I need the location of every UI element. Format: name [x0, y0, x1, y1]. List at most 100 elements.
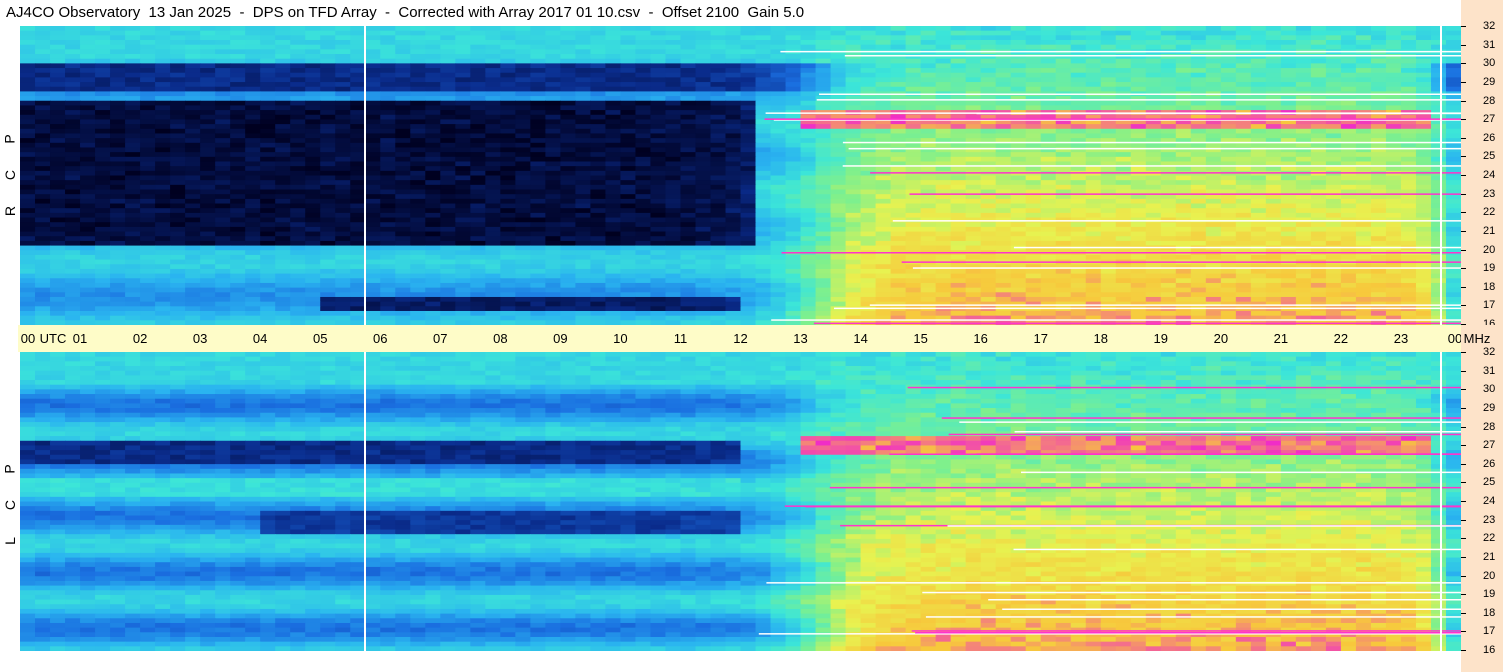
rcp-cell — [335, 254, 351, 261]
rcp-cell — [245, 212, 261, 219]
rcp-cell — [950, 240, 967, 247]
rcp-cell — [1025, 236, 1042, 242]
rcp-cell — [740, 161, 757, 167]
rcp-cell — [155, 198, 171, 205]
rcp-cell — [1205, 254, 1222, 261]
rcp-cell — [1280, 226, 1297, 233]
rcp-cell — [755, 72, 772, 78]
rcp-cell — [965, 133, 982, 139]
rcp-cell — [890, 166, 907, 172]
rcp-cell — [980, 100, 997, 107]
rcp-cell — [560, 156, 576, 163]
rcp-cell — [1325, 222, 1342, 228]
rcp-cell — [1205, 156, 1222, 163]
rcp-cell — [95, 250, 111, 256]
rcp-cell — [545, 254, 561, 261]
rcp-cell — [320, 264, 336, 270]
rcp-cell — [1040, 142, 1057, 149]
rcp-cell — [230, 152, 246, 158]
rcp-cell — [245, 138, 261, 144]
rcp-cell — [275, 68, 291, 74]
rcp-cell — [1295, 35, 1312, 41]
rcp-cell — [1310, 175, 1327, 181]
rcp-cell — [1235, 175, 1252, 181]
rcp-cell — [1205, 58, 1222, 64]
rcp-cell — [1400, 212, 1417, 219]
rcp-cell — [1415, 77, 1432, 83]
rcp-cell — [545, 119, 561, 125]
rcp-cell — [155, 82, 171, 88]
rcp-cell — [740, 119, 757, 125]
rcp-cell — [905, 72, 922, 78]
rcp-cell — [650, 222, 667, 228]
rcp-cell — [260, 30, 276, 36]
rcp-cell — [260, 180, 276, 186]
rcp-cell — [125, 194, 141, 200]
rcp-cell — [1325, 35, 1342, 41]
rcp-cell — [440, 208, 456, 214]
rcp-cell — [1190, 72, 1207, 78]
rcp-cell — [1190, 208, 1207, 214]
rcp-cell — [1430, 212, 1447, 219]
rcp-cell — [785, 77, 802, 83]
rcp-cell — [515, 240, 531, 247]
rcp-cell — [95, 180, 111, 186]
rcp-cell — [620, 212, 637, 219]
rcp-cell — [95, 44, 111, 50]
rcp-cell — [365, 82, 381, 88]
rcp-cell — [590, 245, 607, 251]
rcp-cell — [1010, 72, 1027, 78]
rcp-cell — [530, 119, 546, 125]
rcp-cell — [65, 58, 81, 64]
rcp-cell — [290, 259, 306, 265]
rcp-cell — [770, 175, 787, 181]
rcp-cell — [1370, 152, 1387, 158]
rcp-cell — [410, 198, 426, 205]
rcp-cell — [1115, 86, 1132, 92]
rcp-cell — [530, 189, 546, 195]
rcp-cell — [560, 217, 576, 223]
rcp-cell — [155, 212, 171, 219]
rcp-cell — [1040, 222, 1057, 228]
rcp-cell — [1010, 30, 1027, 36]
rcp-cell — [470, 264, 486, 270]
rcp-cell — [1415, 105, 1432, 111]
rcp-cell — [695, 91, 712, 97]
rcp-cell — [725, 161, 742, 167]
rcp-cell — [845, 166, 862, 172]
rcp-cell — [695, 166, 712, 172]
rcp-cell — [1205, 26, 1222, 32]
rcp-cell — [185, 175, 201, 181]
rcp-cell — [1250, 133, 1267, 139]
rcp-cell — [1040, 175, 1057, 181]
rcp-cell — [1400, 194, 1417, 200]
rcp-cell — [515, 35, 531, 41]
rcp-cell — [1280, 231, 1297, 237]
rcp-cell — [1100, 105, 1117, 111]
rcp-cell — [770, 254, 787, 261]
rcp-cell — [875, 72, 892, 78]
rcp-cell — [965, 128, 982, 135]
rcp-cell — [530, 245, 546, 251]
rcp-cell — [665, 35, 682, 41]
rcp-cell — [875, 175, 892, 181]
rcp-cell — [1445, 63, 1461, 69]
rcp-cell — [890, 54, 907, 60]
rcp-cell — [80, 264, 96, 270]
rcp-cell — [80, 142, 96, 149]
rcp-cell — [500, 240, 516, 247]
rcp-cell — [170, 170, 186, 177]
rcp-cell — [845, 82, 862, 88]
rcp-cell — [800, 175, 817, 181]
rcp-cell — [1385, 133, 1402, 139]
rcp-cell — [1040, 58, 1057, 64]
rcp-cell — [1040, 166, 1057, 172]
rcp-cell — [200, 26, 216, 32]
rcp-cell — [185, 184, 201, 191]
rcp-cell — [755, 198, 772, 205]
rcp-cell — [470, 194, 486, 200]
rcp-cell — [785, 96, 802, 102]
rcp-cell — [545, 26, 561, 32]
rcp-cell — [1130, 231, 1147, 237]
rcp-cell — [815, 100, 832, 107]
